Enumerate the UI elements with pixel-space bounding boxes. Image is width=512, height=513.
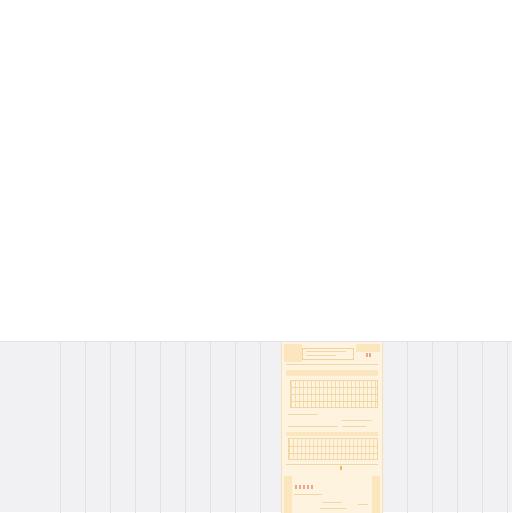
page-text-line bbox=[322, 502, 342, 503]
column-divider bbox=[135, 342, 136, 513]
column-divider bbox=[482, 342, 483, 513]
page-strip-panel[interactable] bbox=[0, 341, 512, 513]
page-mark bbox=[295, 485, 297, 489]
page-text-line bbox=[358, 504, 368, 505]
page-header-box bbox=[302, 348, 354, 360]
page-text-line bbox=[320, 508, 346, 509]
column-divider bbox=[235, 342, 236, 513]
page-mark bbox=[366, 353, 368, 357]
column-divider bbox=[85, 342, 86, 513]
column-divider bbox=[110, 342, 111, 513]
page-mark bbox=[340, 466, 342, 470]
page-text-line bbox=[288, 426, 338, 427]
page-table-row-line bbox=[290, 387, 378, 388]
page-mark bbox=[311, 485, 313, 489]
page-mark bbox=[303, 485, 305, 489]
page-logo-block bbox=[284, 344, 302, 362]
page-text-line bbox=[288, 414, 318, 415]
column-divider bbox=[185, 342, 186, 513]
column-divider bbox=[507, 342, 508, 513]
page-margin-band bbox=[372, 476, 380, 513]
column-divider bbox=[432, 342, 433, 513]
page-text-line bbox=[294, 494, 322, 495]
page-table-row-line bbox=[288, 446, 378, 447]
column-divider bbox=[457, 342, 458, 513]
document-page-thumbnail[interactable] bbox=[281, 342, 383, 513]
page-text-line bbox=[342, 420, 372, 421]
column-divider bbox=[260, 342, 261, 513]
blank-canvas-area bbox=[0, 0, 512, 341]
page-section-band bbox=[286, 370, 378, 376]
page-section-band bbox=[286, 432, 378, 436]
page-header-line bbox=[306, 351, 346, 352]
page-header-line bbox=[306, 355, 336, 356]
page-table bbox=[288, 438, 378, 460]
page-table-row-line bbox=[290, 394, 378, 395]
page-mark bbox=[369, 353, 371, 357]
column-divider bbox=[407, 342, 408, 513]
page-table-row-line bbox=[288, 453, 378, 454]
page-margin-band bbox=[284, 476, 292, 513]
page-rule bbox=[286, 464, 378, 465]
column-divider bbox=[210, 342, 211, 513]
page-mark bbox=[299, 485, 301, 489]
column-divider bbox=[60, 342, 61, 513]
page-mark bbox=[307, 485, 309, 489]
page-text-line bbox=[342, 426, 366, 427]
page-table-row-line bbox=[290, 401, 378, 402]
page-rule bbox=[286, 364, 378, 365]
page-corner-block bbox=[356, 344, 380, 352]
column-divider bbox=[160, 342, 161, 513]
